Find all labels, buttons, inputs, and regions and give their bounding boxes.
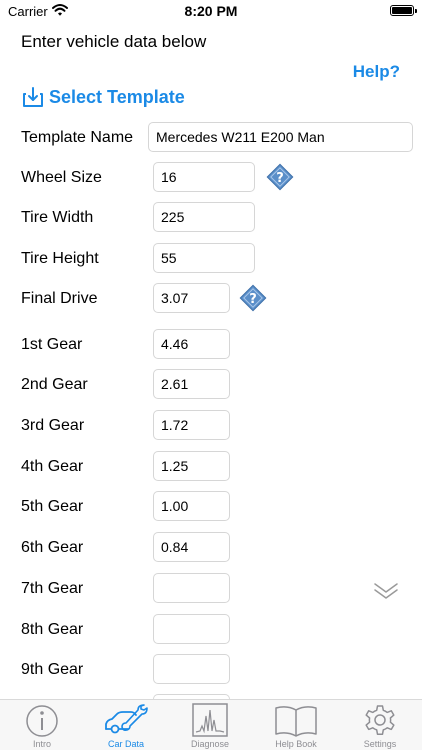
gear-icon — [365, 705, 395, 735]
wheel-size-help-icon[interactable]: ? — [265, 162, 295, 192]
gear-4-label: 4th Gear — [21, 458, 84, 475]
tab-bar: Intro Car Data Diagnose Help Book Settin… — [0, 699, 422, 750]
select-template-button[interactable]: Select Template — [22, 84, 185, 110]
chart-icon — [192, 703, 228, 737]
tab-car-data[interactable]: Car Data — [84, 702, 168, 750]
gear-2-input[interactable]: 2.61 — [153, 369, 230, 399]
tab-intro-label: Intro — [32, 739, 51, 749]
battery-icon — [390, 5, 417, 16]
wheel-size-input[interactable]: 16 — [153, 162, 255, 192]
tab-diagnose-label: Diagnose — [190, 739, 230, 749]
download-tray-icon — [23, 87, 43, 107]
gear-2-label: 2nd Gear — [21, 376, 88, 393]
book-icon — [275, 706, 317, 737]
gear-6-label: 6th Gear — [21, 539, 84, 556]
gear-4-input[interactable]: 1.25 — [153, 451, 230, 481]
gear-7-input[interactable] — [153, 573, 230, 603]
final-drive-input[interactable]: 3.07 — [153, 283, 230, 313]
final-drive-help-icon[interactable]: ? — [238, 283, 268, 313]
tab-settings[interactable]: Settings — [338, 702, 422, 750]
tab-car-data-label: Car Data — [107, 739, 144, 749]
tire-height-label: Tire Height — [21, 250, 99, 267]
tab-help-book[interactable]: Help Book — [254, 702, 338, 750]
wheel-size-label: Wheel Size — [21, 169, 102, 186]
template-name-input[interactable]: Mercedes W211 E200 Man — [148, 122, 413, 152]
gear-1-input[interactable]: 4.46 — [153, 329, 230, 359]
gear-3-label: 3rd Gear — [21, 417, 85, 434]
svg-text:?: ? — [249, 292, 257, 307]
help-link[interactable]: Help? — [353, 62, 400, 82]
gear-5-label: 5th Gear — [21, 498, 84, 515]
tab-intro[interactable]: Intro — [0, 702, 84, 750]
page-title: Enter vehicle data below — [21, 32, 207, 51]
final-drive-label: Final Drive — [21, 290, 98, 307]
status-time: 8:20 PM — [184, 3, 238, 19]
scroll-down-chevron-icon[interactable] — [372, 580, 400, 602]
gear-6-input[interactable]: 0.84 — [153, 532, 230, 562]
gear-7-label: 7th Gear — [21, 580, 84, 597]
status-bar: Carrier 8:20 PM — [0, 0, 422, 24]
tire-width-label: Tire Width — [21, 209, 94, 226]
template-name-label: Template Name — [21, 129, 134, 146]
gear-3-input[interactable]: 1.72 — [153, 410, 230, 440]
gear-9-input[interactable] — [153, 654, 230, 684]
gear-8-input[interactable] — [153, 614, 230, 644]
select-template-label: Select Template — [49, 86, 185, 107]
car-wrench-icon — [105, 704, 148, 734]
tire-width-input[interactable]: 225 — [153, 202, 255, 232]
gear-1-label: 1st Gear — [21, 336, 83, 353]
svg-text:?: ? — [276, 171, 284, 186]
gear-8-label: 8th Gear — [21, 621, 84, 638]
tab-help-book-label: Help Book — [275, 739, 317, 749]
gear-9-label: 9th Gear — [21, 661, 84, 678]
info-icon — [26, 705, 58, 737]
tab-diagnose[interactable]: Diagnose — [168, 702, 252, 750]
gear-5-input[interactable]: 1.00 — [153, 491, 230, 521]
tab-settings-label: Settings — [363, 739, 397, 749]
tire-height-input[interactable]: 55 — [153, 243, 255, 273]
